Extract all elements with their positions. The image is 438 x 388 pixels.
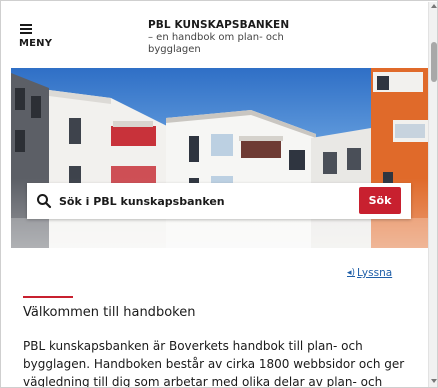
intro-line-2: bygglagen. Handboken består av cirka 180… — [23, 357, 405, 371]
site-header: MENY PBL KUNSKAPSBANKEN – en handbok om … — [2, 2, 428, 68]
intro-paragraph: PBL kunskapsbanken är Boverkets handbok … — [23, 337, 413, 388]
listen-link[interactable]: ◂) Lyssna — [347, 267, 392, 279]
brand-subtitle-line2: bygglagen — [148, 44, 201, 55]
heading-accent-line — [23, 296, 73, 298]
menu-button[interactable]: MENY — [16, 14, 56, 54]
scrollbar-thumb[interactable] — [431, 42, 437, 82]
apartment-buildings-photo — [11, 68, 428, 248]
brand-title: PBL KUNSKAPSBANKEN — [148, 19, 290, 31]
search-input[interactable] — [59, 191, 349, 211]
search-icon[interactable] — [36, 193, 52, 209]
intro-line-1: PBL kunskapsbanken är Boverkets handbok … — [23, 339, 363, 353]
scroll-down-arrow-icon[interactable] — [431, 379, 437, 383]
brand-subtitle-line1: – en handbok om plan- och — [148, 32, 284, 43]
menu-label: MENY — [19, 38, 53, 49]
search-bar: Sök — [27, 183, 411, 219]
browser-viewport: MENY PBL KUNSKAPSBANKEN – en handbok om … — [0, 0, 438, 388]
page-heading: Välkommen till handboken — [23, 305, 196, 320]
hero-image — [11, 68, 428, 248]
intro-line-3: vägledning till dig som arbetar med olik… — [23, 375, 383, 388]
search-button[interactable]: Sök — [359, 187, 401, 214]
scroll-up-arrow-icon[interactable] — [431, 4, 437, 8]
hamburger-icon — [20, 24, 32, 34]
speaker-icon: ◂) — [347, 268, 356, 278]
listen-label: Lyssna — [357, 267, 393, 279]
site-logo-link[interactable]: PBL KUNSKAPSBANKEN – en handbok om plan-… — [148, 19, 348, 56]
vertical-scrollbar[interactable] — [428, 2, 437, 387]
